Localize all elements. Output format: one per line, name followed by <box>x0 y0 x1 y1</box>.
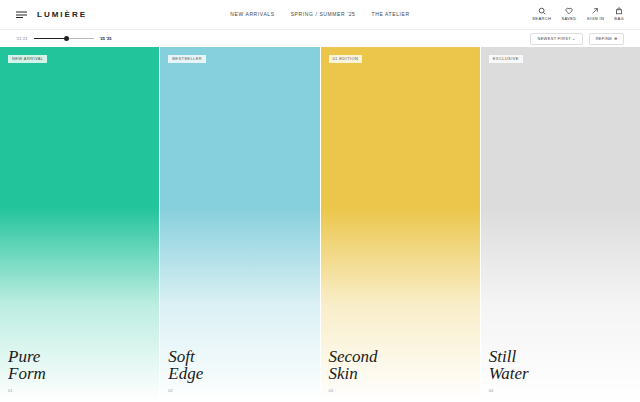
main-nav: NEW ARRIVALS SPRING / SUMMER '25 THE ATELI… <box>230 11 409 19</box>
card-caption: SecondSkin 03 <box>329 348 472 394</box>
card-caption: SoftEdge 02 <box>168 348 311 394</box>
timeline: '21 '21 '25 '25 <box>16 36 111 42</box>
card-title-line: Edge <box>168 365 311 382</box>
menu-icon[interactable] <box>16 11 27 18</box>
timeline-knob[interactable] <box>64 36 69 41</box>
card-caption: PureForm 01 <box>8 348 151 394</box>
card-title-line: Skin <box>329 365 472 382</box>
header-action[interactable]: SIGN IN <box>587 7 605 22</box>
product-card[interactable]: 01 EDITION SecondSkin 03 <box>321 47 480 402</box>
timeline-fill <box>34 38 67 39</box>
card-title-line: Form <box>8 365 151 382</box>
action-label: SIGN IN <box>587 16 605 22</box>
card-title-line: Still <box>489 348 632 365</box>
card-title-line: Water <box>489 365 632 382</box>
card-badge: BESTSELLER <box>168 55 206 63</box>
search-icon <box>538 7 546 15</box>
card-caption: StillWater 04 <box>489 348 632 394</box>
card-title-line: Pure <box>8 348 151 365</box>
card-title-line: Soft <box>168 348 311 365</box>
user-icon <box>591 7 599 15</box>
header-action[interactable]: SAVED <box>561 7 576 22</box>
timeline-end: '25 '25 <box>100 36 112 42</box>
bag-icon <box>615 7 623 15</box>
action-label: BAG <box>614 16 624 22</box>
toolbar: '21 '21 '25 '25 NEWEST FIRST ⌄ REFINE ⊕ <box>0 30 640 47</box>
top-bar: LUMIÈRE NEW ARRIVALS SPRING / SUMMER '25 TH… <box>0 0 640 30</box>
refine-button[interactable]: REFINE ⊕ <box>589 33 624 45</box>
header-action[interactable]: SEARCH <box>532 7 551 22</box>
product-card[interactable]: BESTSELLER SoftEdge 02 <box>160 47 319 402</box>
toolbar-actions: NEWEST FIRST ⌄ REFINE ⊕ <box>530 33 624 45</box>
card-badge: NEW ARRIVAL <box>8 55 47 63</box>
card-index: 02 <box>168 388 311 394</box>
nav-link[interactable]: SPRING / SUMMER '25 <box>291 11 356 19</box>
card-badge: 01 EDITION <box>329 55 363 63</box>
header-actions: SEARCH SAVED SIGN IN BAG <box>424 7 624 22</box>
logo[interactable]: LUMIÈRE <box>37 9 87 21</box>
product-card[interactable]: EXCLUSIVE StillWater 04 <box>481 47 640 402</box>
header-action[interactable]: BAG <box>614 7 624 22</box>
timeline-start: '21 '21 <box>16 36 28 42</box>
heart-icon <box>565 7 573 15</box>
product-grid: NEW ARRIVAL PureForm 01 BESTSELLER SoftEdge 0… <box>0 47 640 402</box>
nav-link[interactable]: NEW ARRIVALS <box>230 11 274 19</box>
action-label: SAVED <box>561 16 576 22</box>
card-index: 04 <box>489 388 632 394</box>
nav-link[interactable]: THE ATELIER <box>372 11 410 19</box>
product-card[interactable]: NEW ARRIVAL PureForm 01 <box>0 47 159 402</box>
timeline-track[interactable] <box>34 38 94 39</box>
card-index: 03 <box>329 388 472 394</box>
brand: LUMIÈRE <box>16 9 216 21</box>
card-badge: EXCLUSIVE <box>489 55 523 63</box>
card-index: 01 <box>8 388 151 394</box>
sort-dropdown[interactable]: NEWEST FIRST ⌄ <box>530 33 582 45</box>
action-label: SEARCH <box>532 16 551 22</box>
card-title-line: Second <box>329 348 472 365</box>
